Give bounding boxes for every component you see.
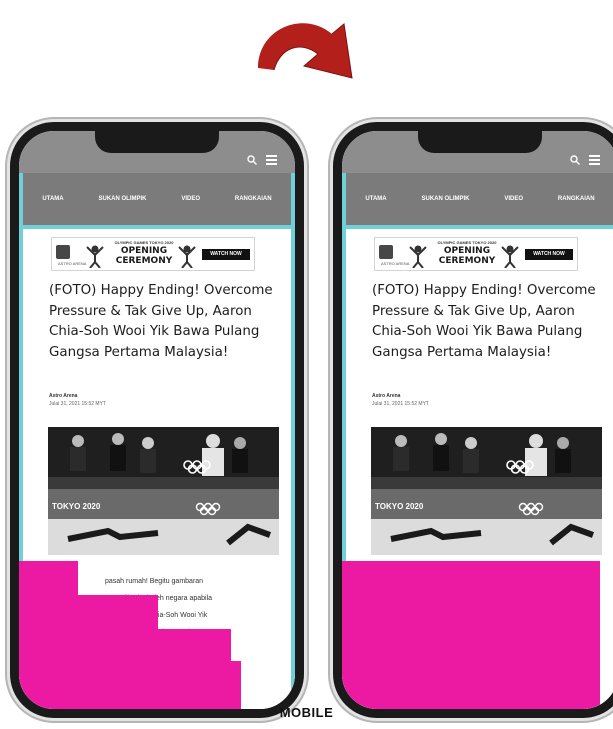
phone-mockup-right: UTAMA SUKAN OLIMPIK VIDEO RANGKAIAN ASTR… [333,122,613,718]
banner-small-title: OLYMPIC GAMES TOKYO 2020 [437,240,497,245]
photo-sign-text: TOKYO 2020 [52,502,101,511]
caption-label: MOBILE [279,705,334,720]
article-date: Julai 31, 2021 15:52 MYT [49,401,106,407]
watch-now-button[interactable]: WATCH NOW [525,249,573,260]
cheer-figure-icon [178,245,196,268]
photo-sign-text: TOKYO 2020 [375,502,424,511]
magenta-overlay [19,561,78,709]
magenta-overlay [342,561,600,709]
logo-text: ASTRO ARENA [381,261,410,266]
phone-notch [418,131,542,153]
magenta-overlay [158,629,231,709]
nav-item-utama[interactable]: UTAMA [42,196,63,202]
article-photo: TOKYO 2020 [48,427,279,555]
article-author[interactable]: Astro Arena [49,393,77,399]
phone-mockup-left: UTAMA SUKAN OLIMPIK VIDEO RANGKAIAN ASTR… [10,122,304,718]
nav-item-video[interactable]: VIDEO [504,196,523,202]
article-headline: (FOTO) Happy Ending! Overcome Pressure &… [49,283,273,360]
banner-title: OPENING CEREMONY [115,246,173,266]
astro-arena-logo [56,245,70,259]
search-icon[interactable] [247,155,257,165]
watch-now-button[interactable]: WATCH NOW [202,249,250,260]
nav-item-rangkaian[interactable]: RANGKAIAN [235,196,272,202]
cheer-figure-icon [501,245,519,268]
magenta-overlay [78,595,158,709]
logo-text: ASTRO ARENA [58,261,87,266]
banner-small-title: OLYMPIC GAMES TOKYO 2020 [114,240,174,245]
nav-item-sukan-olimpik[interactable]: SUKAN OLIMPIK [422,196,470,202]
banner-title: OPENING CEREMONY [438,246,496,266]
body-line: pasah rumah! Begitu gambaran [105,578,204,585]
nav-item-sukan-olimpik[interactable]: SUKAN OLIMPIK [99,196,147,202]
astro-arena-logo [379,245,393,259]
opening-ceremony-banner[interactable]: ASTRO ARENA OLYMPIC GAMES TOKYO 2020 OPE… [374,237,578,271]
nav-item-utama[interactable]: UTAMA [365,196,386,202]
menu-icon[interactable] [589,155,600,165]
cheer-figure-icon [86,245,104,268]
article-author[interactable]: Astro Arena [372,393,400,399]
menu-icon[interactable] [266,155,277,165]
curved-arrow-icon [258,23,353,79]
article-photo: TOKYO 2020 [371,427,602,555]
site-nav: UTAMA SUKAN OLIMPIK VIDEO RANGKAIAN [19,173,295,229]
opening-ceremony-banner[interactable]: ASTRO ARENA OLYMPIC GAMES TOKYO 2020 OPE… [51,237,255,271]
search-icon[interactable] [570,155,580,165]
nav-item-rangkaian[interactable]: RANGKAIAN [558,196,595,202]
nav-item-video[interactable]: VIDEO [181,196,200,202]
cheer-figure-icon [409,245,427,268]
magenta-overlay [231,661,241,709]
article-headline: (FOTO) Happy Ending! Overcome Pressure &… [372,283,596,360]
site-nav: UTAMA SUKAN OLIMPIK VIDEO RANGKAIAN [342,173,613,229]
article-date: Julai 31, 2021 15:52 MYT [372,401,429,407]
phone-notch [95,131,219,153]
